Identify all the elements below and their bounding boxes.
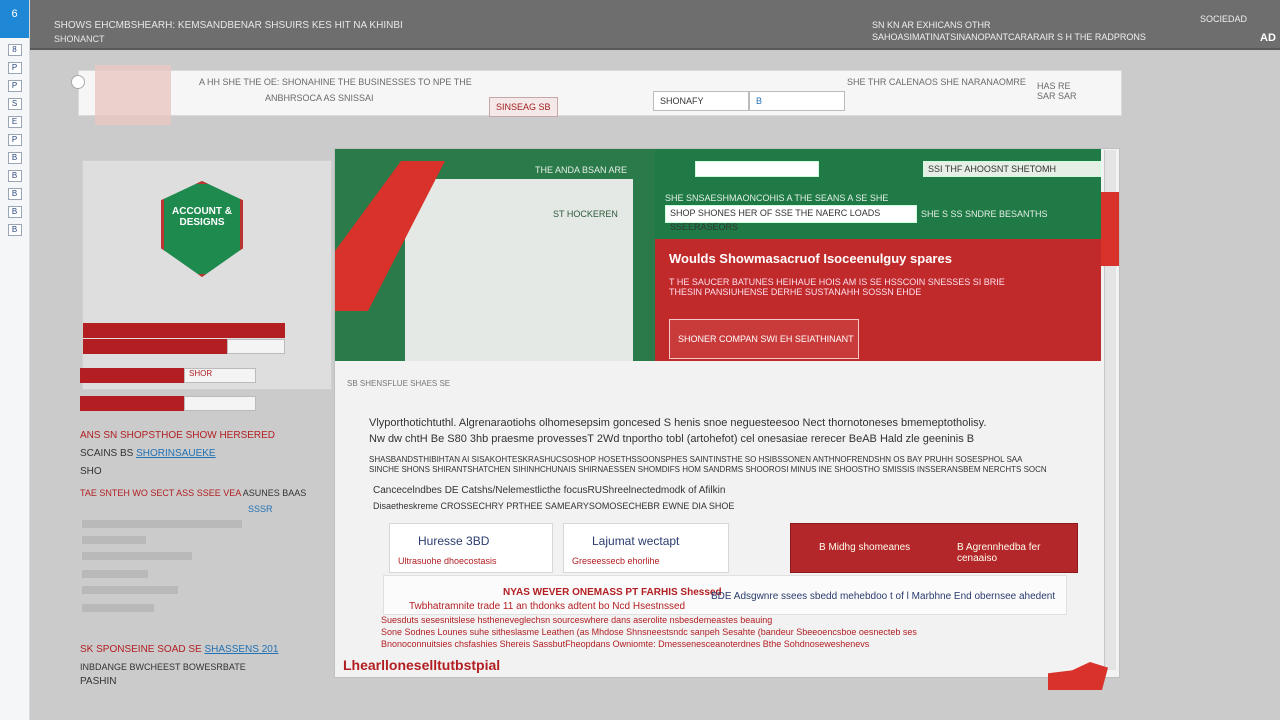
scrollbar-thumb[interactable] xyxy=(1101,192,1119,266)
rail-item-icon[interactable]: B xyxy=(7,188,22,200)
left-line-4: TAE SNTEH WO SECT ASS SSEE VEA ASUNES BA… xyxy=(80,488,306,498)
window-subtitle: SHONANCT xyxy=(54,34,105,44)
hero-tab[interactable]: ST HOCKEREN xyxy=(553,209,618,219)
back-icon[interactable] xyxy=(71,75,85,89)
body-paragraph-3: SHASBANDSTHIBIHTAN AI SISAKOHTESKRASHUCS… xyxy=(369,455,1023,464)
card-title: Lajumat wectapt xyxy=(592,534,680,548)
left-footer-1-text: SK SPONSEINE SOAD SE xyxy=(80,644,205,655)
feature-card-1[interactable]: Huresse 3BD Ultrasuohe dhoecostasis xyxy=(389,523,553,573)
rail-item-icon[interactable]: B xyxy=(7,152,22,164)
address-toolstrip: A HH SHE THE OE: SHONAHINE THE BUSINESSE… xyxy=(71,65,1122,125)
hero-right-field[interactable]: SSI THF AHOOSNT SHETOMH xyxy=(923,161,1101,177)
hero-document-image xyxy=(405,179,633,361)
section-caption: SB SHENSFLUE SHAES SE xyxy=(347,379,451,388)
hero-search-input[interactable] xyxy=(695,161,819,177)
placeholder-line xyxy=(82,604,154,612)
progress-bar-1 xyxy=(83,323,285,338)
rail-item-icon[interactable]: S xyxy=(7,98,22,110)
bar-value-1 xyxy=(227,339,285,354)
left-line-2: SCAINS BS SHORINSAUEKE xyxy=(80,448,216,459)
window-title: SHOWS EHCMBSHEARH: KEMSANDBENAR SHSUIRS … xyxy=(54,20,403,31)
card-title: B Midhg shomeanes xyxy=(819,542,911,553)
card-subtitle: Greseessecb ehorlihe xyxy=(572,556,660,566)
rail-item-icon[interactable]: E xyxy=(7,116,22,128)
toolstrip-far-right: HAS RE SAR SAR xyxy=(1037,81,1077,101)
footer-heading: Lhearlloneselltutbstpial xyxy=(343,657,501,673)
title-meta-3: SOCIEDAD xyxy=(1200,14,1248,24)
main-content-window: SSI THF AHOOSNT SHETOMH SHE SNSAESHMAONC… xyxy=(334,148,1120,678)
left-footer-1: SK SPONSEINE SOAD SE SHASSENS 201 xyxy=(80,644,278,655)
title-meta: SN KN AR EXHICANS OTHR xyxy=(872,20,991,30)
card-title-2: B Agrennhedba fer cenaaiso xyxy=(957,542,1041,564)
body-paragraph-6: Disaetheskreme CROSSECHRY PRTHEE SAMEARY… xyxy=(373,501,735,511)
rail-item-icon[interactable]: P xyxy=(7,80,22,92)
left-line-4-tail: ASUNES BAAS xyxy=(242,488,307,498)
bar-value-3 xyxy=(184,396,256,411)
hero-subtext-2: THESIN PANSIUHENSE DERHE SUSTANAHH SOSSN… xyxy=(669,287,922,297)
hero-heading: Woulds Showmasacruof Isoceenulguy spares xyxy=(669,251,952,266)
placeholder-line xyxy=(82,520,242,528)
rail-home-button[interactable]: 6 xyxy=(0,0,29,38)
rail-item-icon[interactable]: B xyxy=(7,206,22,218)
hero-subtext-1: T HE SAUCER BATUNES HEIHAUE HOIS AM IS S… xyxy=(669,277,1005,287)
placeholder-line xyxy=(82,552,192,560)
rail-item-icon[interactable]: B xyxy=(7,224,22,236)
left-link-1[interactable]: SHORINSAUEKE xyxy=(136,448,215,459)
hero-line-1: SHE SNSAESHMAONCOHIS A THE SEANS A SE SH… xyxy=(665,193,889,203)
card-title: Huresse 3BD xyxy=(418,534,490,548)
notice-line-4: Sone Sodnes Lounes suhe sitheslasme Leat… xyxy=(381,627,917,637)
card-subtitle: Ultrasuohe dhoecostasis xyxy=(398,556,497,566)
body-paragraph-4: SINCHE SHONS SHIRANTSHATCHEN SIHINHCHUNA… xyxy=(369,465,1047,474)
notice-line-5: Bnonoconnuitsies chsfashies Shereis Sass… xyxy=(381,639,870,649)
hero-line-2: SHE S SS SNDRE BESANTHS xyxy=(921,209,1048,219)
title-bar: SHOWS EHCMBSHEARH: KEMSANDBENAR SHSUIRS … xyxy=(30,0,1280,50)
progress-bar-2: SHOR xyxy=(80,368,256,383)
app-rail: 6 8 P P S E P B B B B B xyxy=(0,0,30,720)
rail-item-icon[interactable]: B xyxy=(7,170,22,182)
company-badge: ACCOUNT & DESIGNS xyxy=(161,181,243,277)
notice-line-3: Suesduts sesesnitslese hstheneveglechsn … xyxy=(381,615,773,625)
toolbar-button-1[interactable]: SINSEAG SB xyxy=(489,97,558,117)
notice-link[interactable]: BDE Adsgwnre ssees sbedd mehebdoo t of l… xyxy=(711,591,1055,602)
left-document-panel: ACCOUNT & DESIGNS xyxy=(82,160,332,390)
progress-bar-1b xyxy=(83,339,285,354)
feature-card-2[interactable]: Lajumat wectapt Greseessecb ehorlihe xyxy=(563,523,729,573)
breadcrumb-sub: ANBHRSOCA AS SNISSAI xyxy=(265,93,374,103)
body-paragraph-5: Cancecelndbes DE Catshs/Nelemestlicthe f… xyxy=(373,485,726,496)
progress-bar-3 xyxy=(80,396,256,411)
account-tag[interactable]: AD xyxy=(1260,32,1276,44)
left-footer-link[interactable]: SHASSENS 201 xyxy=(204,644,278,655)
left-line-4-text: TAE SNTEH WO SECT ASS SSEE VEA xyxy=(80,488,243,498)
toolbar-button-2[interactable]: SHONAFY xyxy=(653,91,749,111)
vertical-scrollbar[interactable] xyxy=(1101,150,1119,670)
left-footer-2: INBDANGE BWCHEEST BOWESRBATE xyxy=(80,662,246,672)
left-heading: ANS SN SHOPSTHOE SHOW HERSERED xyxy=(80,430,276,441)
left-line-3: SHO xyxy=(80,466,102,477)
rail-item-icon[interactable]: P xyxy=(7,62,22,74)
title-meta-2: SAHOASIMATINATSINANOPANTCARARAIR S H THE… xyxy=(872,32,1146,42)
feature-card-3[interactable]: B Midhg shomeanes B Agrennhedba fer cena… xyxy=(790,523,1078,573)
tab-highlight xyxy=(95,65,171,125)
breadcrumb[interactable]: A HH SHE THE OE: SHONAHINE THE BUSINESSE… xyxy=(199,77,472,87)
notice-line-1: NYAS WEVER ONEMASS PT FARHIS Shessed xyxy=(503,587,722,598)
placeholder-line xyxy=(82,536,146,544)
placeholder-line xyxy=(82,586,178,594)
placeholder-line xyxy=(82,570,148,578)
left-line-2-text: SCAINS BS xyxy=(80,448,137,459)
toolbar-button-3[interactable]: B xyxy=(749,91,845,111)
hero-field-2[interactable]: SHOP SHONES HER OF SSE THE NAERC LOADS S… xyxy=(665,205,917,232)
rail-item-icon[interactable]: P xyxy=(7,134,22,146)
bar-value-2: SHOR xyxy=(184,368,256,383)
notice-line-2: Twbhatramnite trade 11 an thdonks adtent… xyxy=(409,601,686,612)
rail-item-icon[interactable]: 8 xyxy=(7,44,22,56)
body-paragraph-2: Nw dw chtH Be S80 3hb praesme provessesT… xyxy=(369,433,975,445)
hero-line-3: THE ANDA BSAN ARE xyxy=(535,165,628,175)
hero-illustration xyxy=(335,149,655,361)
toolstrip-right-text: SHE THR CALENAOS SHE NARANAOMRE xyxy=(847,77,1026,87)
hero-cta-box[interactable]: SHONER COMPAN SWI EH SEIATHINANT xyxy=(669,319,859,359)
left-footer-3: PASHIN xyxy=(80,676,117,687)
left-line-5: SSSR xyxy=(248,504,273,514)
body-paragraph-1: Vlyporthotichtuthl. Algrenaraotiohs olho… xyxy=(369,417,987,429)
